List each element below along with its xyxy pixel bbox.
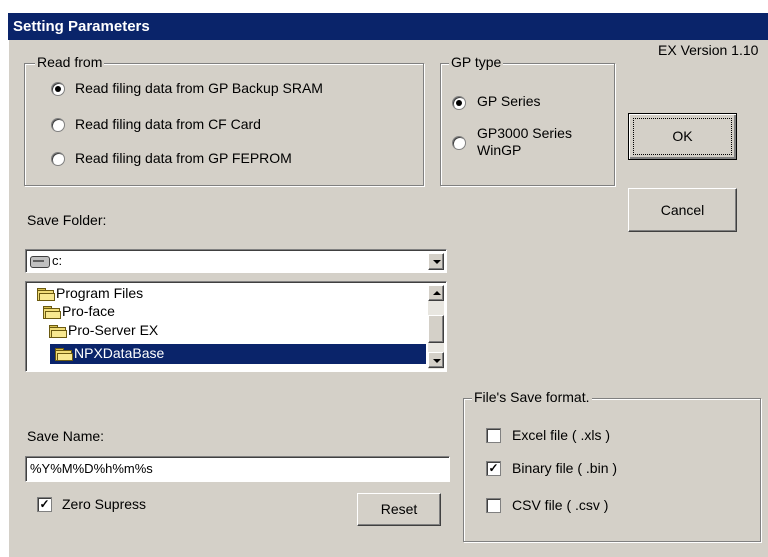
folder-item-npxdatabase[interactable]: NPXDataBase (74, 345, 164, 361)
folder-list[interactable]: Program Files Pro-face Pro-Server EX NPX… (25, 281, 447, 372)
zero-supress-label[interactable]: Zero Supress (62, 496, 146, 512)
scroll-up-button[interactable] (428, 285, 444, 301)
scroll-thumb[interactable] (428, 315, 444, 343)
radio-gp3000-winGP[interactable] (452, 136, 466, 150)
drive-value: c: (52, 253, 63, 268)
radio-gp3000-label[interactable]: GP3000 Series WinGP (477, 125, 572, 159)
chevron-down-icon (433, 260, 441, 264)
radio-gp-series[interactable] (452, 96, 466, 110)
binary-file-label[interactable]: Binary file ( .bin ) (512, 460, 617, 476)
read-from-legend: Read from (35, 54, 105, 70)
csv-file-label[interactable]: CSV file ( .csv ) (512, 497, 608, 513)
drive-select[interactable]: c: (25, 249, 447, 273)
chevron-down-icon (433, 359, 441, 363)
save-name-label: Save Name: (27, 428, 105, 444)
excel-file-label[interactable]: Excel file ( .xls ) (512, 427, 610, 443)
gp3000-label-line1: GP3000 Series (477, 125, 572, 141)
folder-open-icon (43, 306, 61, 319)
ok-button[interactable]: OK (628, 113, 737, 160)
cancel-button-label: Cancel (660, 202, 705, 218)
excel-file-checkbox[interactable] (486, 428, 501, 443)
radio-gp-series-label[interactable]: GP Series (477, 93, 541, 109)
cancel-button[interactable]: Cancel (628, 188, 737, 232)
radio-read-sram[interactable] (51, 82, 65, 96)
save-folder-label: Save Folder: (27, 212, 107, 228)
radio-read-sram-label[interactable]: Read filing data from GP Backup SRAM (75, 80, 323, 96)
binary-file-checkbox[interactable]: ✓ (486, 461, 501, 476)
folder-item-pro-face[interactable]: Pro-face (62, 303, 115, 319)
gp3000-label-line2: WinGP (477, 142, 522, 158)
gp-type-legend: GP type (449, 54, 504, 70)
save-name-input[interactable]: %Y%M%D%h%m%s (25, 456, 450, 482)
scroll-down-button[interactable] (428, 352, 444, 368)
save-name-value: %Y%M%D%h%m%s (30, 461, 153, 476)
drive-dropdown-button[interactable] (428, 253, 444, 270)
reset-button[interactable]: Reset (357, 493, 441, 526)
radio-read-feprom-label[interactable]: Read filing data from GP FEPROM (75, 150, 292, 166)
csv-file-checkbox[interactable] (486, 498, 501, 513)
folder-open-icon (49, 325, 67, 338)
save-format-legend: File's Save format. (472, 389, 592, 405)
radio-read-cf-card-label[interactable]: Read filing data from CF Card (75, 116, 261, 132)
folder-item-program-files[interactable]: Program Files (56, 285, 143, 301)
drive-icon (30, 256, 50, 268)
title-bar: Setting Parameters (8, 13, 768, 40)
reset-button-label: Reset (380, 501, 418, 517)
radio-read-feprom[interactable] (51, 152, 65, 166)
folder-open-icon (37, 288, 55, 301)
ok-focus-rect (633, 118, 732, 155)
folder-item-pro-server-ex[interactable]: Pro-Server EX (68, 322, 158, 338)
version-label: EX Version 1.10 (658, 42, 759, 58)
folder-open-icon (55, 348, 73, 361)
chevron-up-icon (433, 291, 441, 295)
zero-supress-checkbox[interactable]: ✓ (37, 497, 52, 512)
radio-read-cf-card[interactable] (51, 118, 65, 132)
